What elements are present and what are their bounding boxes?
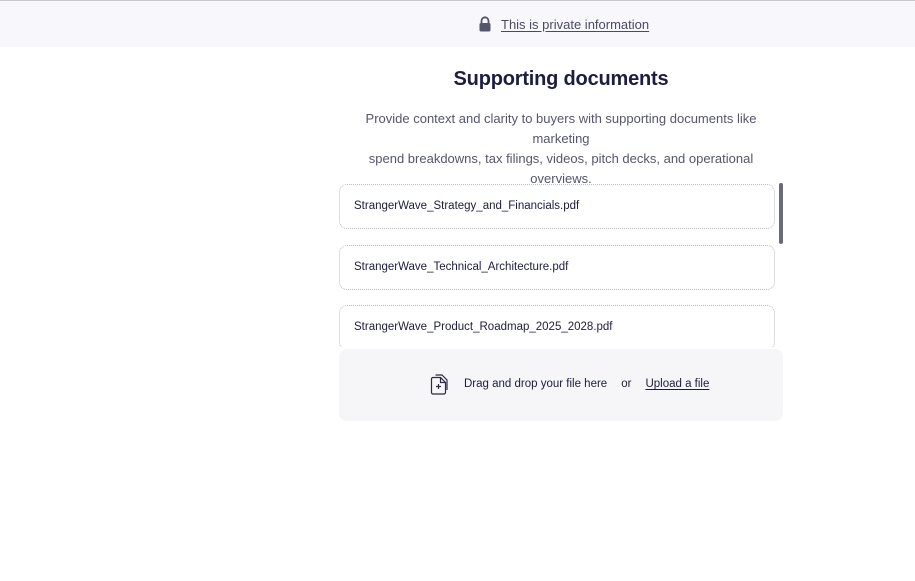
- file-list-scrollbar[interactable]: [779, 183, 783, 244]
- dropzone-content: Drag and drop your file here or Upload a…: [429, 373, 709, 395]
- section-description: Provide context and clarity to buyers wi…: [338, 109, 784, 189]
- file-item[interactable]: StrangerWave_Product_Roadmap_2025_2028.p…: [339, 305, 775, 347]
- dropzone-text: Drag and drop your file here: [464, 378, 608, 390]
- lock-icon: [478, 16, 492, 32]
- file-name: StrangerWave_Product_Roadmap_2025_2028.p…: [354, 321, 613, 333]
- file-dropzone[interactable]: Drag and drop your file here or Upload a…: [339, 349, 783, 421]
- dropzone-or: or: [621, 378, 632, 390]
- private-info-notice: This is private information: [478, 15, 649, 33]
- private-info-bar: This is private information: [0, 1, 915, 47]
- description-line-1: Provide context and clarity to buyers wi…: [365, 111, 757, 146]
- page-title: Supporting documents: [453, 68, 669, 90]
- file-item[interactable]: StrangerWave_Strategy_and_Financials.pdf: [339, 184, 775, 229]
- file-add-icon: [429, 373, 449, 395]
- file-list[interactable]: StrangerWave_Strategy_and_Financials.pdf…: [339, 183, 783, 347]
- upload-file-link[interactable]: Upload a file: [645, 378, 709, 390]
- private-info-link[interactable]: This is private information: [501, 17, 649, 32]
- file-name: StrangerWave_Technical_Architecture.pdf: [354, 261, 569, 273]
- file-name: StrangerWave_Strategy_and_Financials.pdf: [354, 200, 580, 212]
- file-item[interactable]: StrangerWave_Technical_Architecture.pdf: [339, 245, 775, 290]
